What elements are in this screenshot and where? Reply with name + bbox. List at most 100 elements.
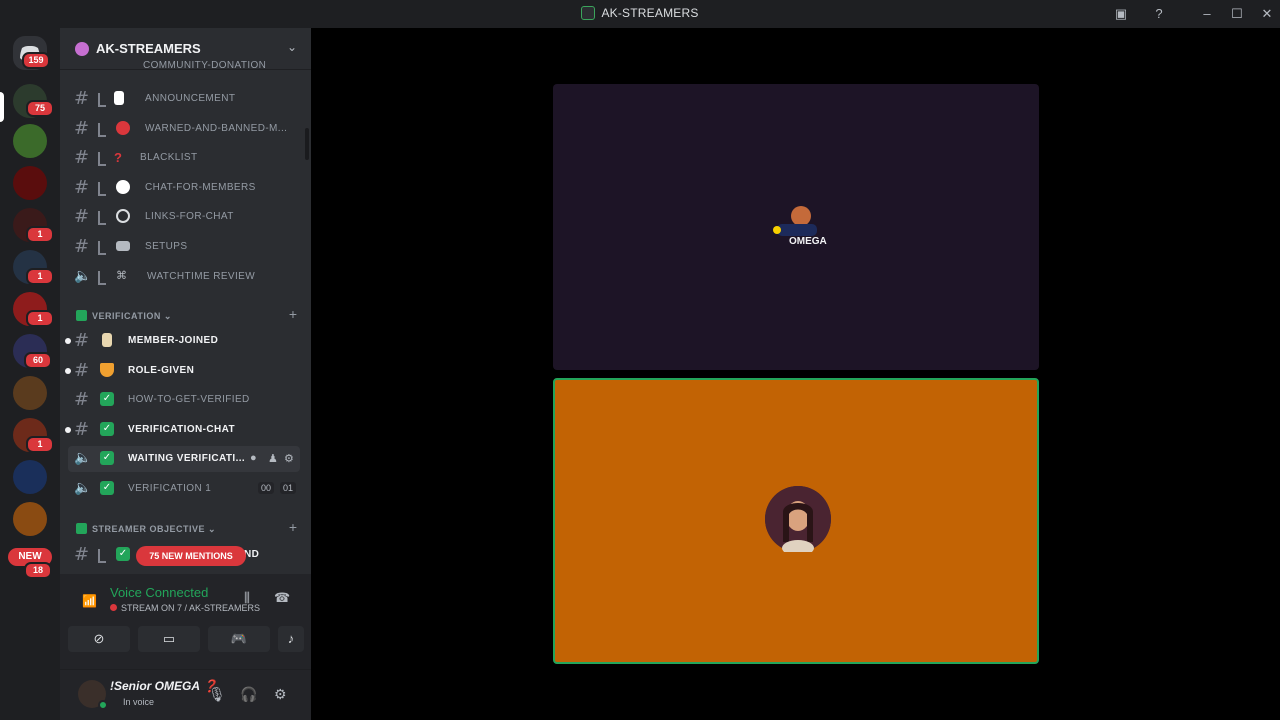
guild-name: AK-STREAMERS <box>96 41 201 56</box>
text-channel-icon: # <box>74 544 90 565</box>
unread-indicator <box>65 368 71 374</box>
channel-label: MEMBER-JOINED <box>128 335 219 346</box>
server-icon[interactable] <box>13 124 47 158</box>
scrollbar[interactable] <box>305 128 309 160</box>
voice-channel-icon: 🔈 <box>74 480 92 496</box>
text-channel-icon: # <box>74 419 90 440</box>
server-logo-icon <box>581 6 596 20</box>
server-badge: 1 <box>26 436 54 453</box>
channel-item[interactable]: # MEMBER-JOINED <box>65 328 296 354</box>
channel-item[interactable]: # ? BLACKLIST <box>68 145 296 171</box>
megaphone-icon <box>114 91 124 105</box>
thread-line-icon <box>98 241 106 255</box>
maximize-button[interactable]: ☐ <box>1226 4 1248 24</box>
channel-label: ANNOUNCEMENT <box>145 93 236 104</box>
server-icon[interactable] <box>13 376 47 410</box>
voice-subtitle[interactable]: STREAM ON 7 / AK-STREAMERS <box>110 603 260 613</box>
film-icon: ⌘ <box>116 270 127 282</box>
server-badge: 75 <box>26 100 54 117</box>
channel-item[interactable]: 🔈 ⌘ WATCHTIME REVIEW <box>68 264 296 290</box>
new-mentions-pill[interactable]: 75 NEW MENTIONS <box>136 546 246 566</box>
server-badge: 1 <box>26 310 54 327</box>
add-channel-icon[interactable]: + <box>289 519 297 535</box>
channel-label: HOW-TO-GET-VERIFIED <box>128 394 250 405</box>
thread-line-icon <box>98 182 106 196</box>
server-icon[interactable] <box>13 502 47 536</box>
channel-label: LINKS-FOR-CHAT <box>145 211 234 222</box>
disconnect-icon[interactable]: ☎ <box>274 590 290 606</box>
channel-label: CHAT-FOR-MEMBERS <box>145 182 256 193</box>
channel-item[interactable]: # ROLE-GIVEN <box>65 358 296 384</box>
channel-item[interactable]: # SETUPS <box>68 234 296 260</box>
add-channel-icon[interactable]: + <box>289 306 297 322</box>
selected-server-pill <box>0 92 4 122</box>
gear-icon[interactable]: ⚙ <box>284 452 294 465</box>
microphone-icon[interactable]: 🎙 <box>208 686 226 703</box>
channel-item[interactable]: 🔈 ✓ VERIFICATION 1 00 01 <box>68 476 300 502</box>
text-channel-icon: # <box>74 360 90 381</box>
channel-item[interactable]: # ✓ VERIFICATION-CHAT <box>65 417 296 443</box>
category-label: STREAMER OBJECTIVE <box>92 524 206 534</box>
screen-share-button[interactable]: ▭ <box>138 626 200 652</box>
voice-connected-label[interactable]: Voice Connected <box>110 585 208 600</box>
username[interactable]: !Senior OMEGA ❓ <box>110 679 218 693</box>
category-streamer-objective[interactable]: STREAMER OBJECTIVE ⌄ <box>76 523 216 535</box>
avatar: OMEGA <box>763 194 829 260</box>
user-status: In voice <box>123 697 155 707</box>
channel-label: ROLE-GIVEN <box>128 365 195 376</box>
inbox-icon[interactable]: ▣ <box>1110 4 1132 24</box>
user-portrait-icon <box>765 486 831 556</box>
text-channel-icon: # <box>74 177 90 198</box>
signal-icon[interactable]: 📶 <box>82 594 97 608</box>
live-icon <box>110 604 117 611</box>
chevron-down-icon: ⌄ <box>286 40 297 54</box>
question-icon: ? <box>114 150 122 165</box>
channel-item[interactable]: # ✓ HOW-TO-GET-VERIFIED <box>68 387 296 413</box>
chevron-down-icon: ⌄ <box>163 311 172 321</box>
channel-item[interactable]: # LINKS-FOR-CHAT <box>68 204 296 230</box>
minimize-button[interactable]: – <box>1196 4 1218 24</box>
voice-panel: 📶 Voice Connected STREAM ON 7 / AK-STREA… <box>60 574 311 670</box>
speech-bubble-icon <box>116 180 130 194</box>
server-icon[interactable] <box>13 166 47 200</box>
gear-icon[interactable]: ⚙ <box>274 686 287 703</box>
chat-icon[interactable]: ● <box>250 452 257 464</box>
window-title: AK-STREAMERS <box>0 6 1280 20</box>
check-icon: ✓ <box>100 392 114 406</box>
server-icon[interactable] <box>13 460 47 494</box>
text-channel-icon: # <box>74 330 90 351</box>
online-status-icon <box>98 700 108 710</box>
channel-item[interactable]: 🔈 ✓ WAITING VERIFICATI... ● ♟ ⚙ <box>68 446 300 472</box>
server-badge: 1 <box>26 226 54 243</box>
text-channel-icon: # <box>74 236 90 257</box>
title-bar: AK-STREAMERS ▣ ? – ☐ ✕ <box>0 0 1280 28</box>
category-verification[interactable]: VERIFICATION ⌄ <box>76 310 172 322</box>
participant-tile[interactable]: OMEGA <box>553 84 1039 370</box>
channel-label: WATCHTIME REVIEW <box>147 271 256 282</box>
category-label: VERIFICATION <box>92 311 161 321</box>
activity-button[interactable]: 🎮 <box>208 626 270 652</box>
guild-boost-icon <box>75 42 89 56</box>
avatar <box>765 486 831 556</box>
headphones-icon[interactable]: 🎧 <box>240 686 257 703</box>
server-badge: 60 <box>24 352 52 369</box>
channel-item[interactable]: COMMUNITY-DONATION <box>68 60 296 74</box>
camera-icon <box>116 241 130 251</box>
participant-tile-speaking[interactable] <box>553 378 1039 664</box>
text-channel-icon: # <box>74 206 90 227</box>
channel-item[interactable]: # ANNOUNCEMENT <box>68 86 296 112</box>
check-icon <box>76 310 87 321</box>
help-icon[interactable]: ? <box>1148 4 1170 24</box>
camera-off-button[interactable]: ⊘ <box>68 626 130 652</box>
invite-icon[interactable]: ♟ <box>268 452 278 465</box>
home-badge: 159 <box>22 52 50 69</box>
text-channel-icon: # <box>74 88 90 109</box>
text-channel-icon: # <box>74 147 90 168</box>
channel-item[interactable]: # CHAT-FOR-MEMBERS <box>68 175 296 201</box>
soundboard-button[interactable]: ♪ <box>278 626 304 652</box>
close-button[interactable]: ✕ <box>1256 4 1278 24</box>
channel-item[interactable]: # WARNED-AND-BANNED-M... <box>68 116 296 142</box>
noise-suppression-icon[interactable]: ⫼ <box>244 590 250 606</box>
thread-line-icon <box>98 549 106 563</box>
user-panel: !Senior OMEGA ❓ In voice 🎙 🎧 ⚙ <box>60 670 311 720</box>
